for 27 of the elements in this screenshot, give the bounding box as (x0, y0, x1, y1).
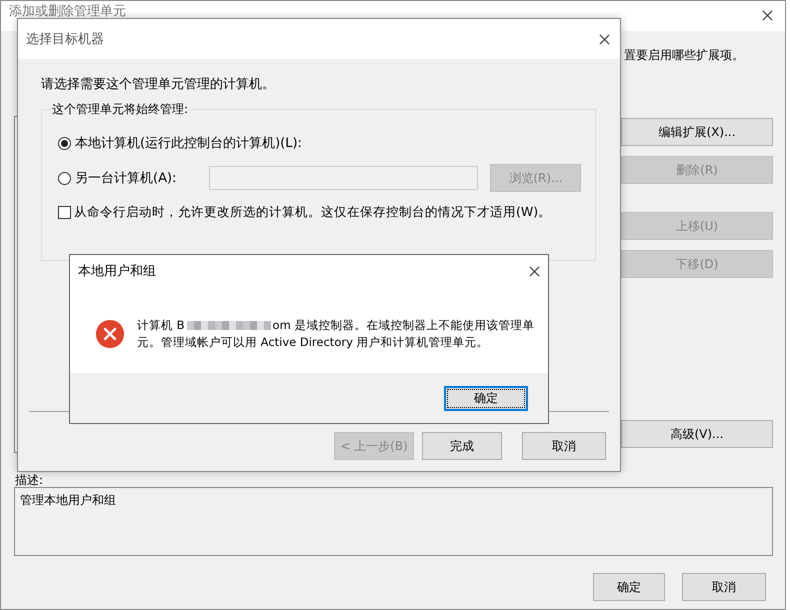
checkbox[interactable] (58, 206, 71, 219)
radio-button[interactable] (58, 136, 71, 150)
ok-button[interactable]: 确定 (444, 386, 528, 410)
error-icon (95, 319, 125, 349)
button[interactable]: 高级(V)... (621, 420, 773, 448)
field-label: 描述: (15, 474, 44, 486)
dialog-title: 本地用户和组 (78, 263, 156, 280)
instruction-text: 置要启用哪些扩展项。 (624, 47, 744, 64)
close-icon[interactable] (529, 266, 540, 276)
instruction-text: 请选择需要这个管理单元管理的计算机。 (41, 76, 276, 93)
window-title: 添加或删除管理单元 (9, 5, 126, 19)
button[interactable]: 完成 (422, 432, 502, 460)
button[interactable]: 编辑扩展(X)... (621, 118, 773, 146)
button[interactable]: 确定 (593, 573, 665, 601)
checkbox-label[interactable]: 从命令行启动时，允许更改所选的计算机。这仅在保存控制台的情况下才适用(W)。 (74, 204, 552, 221)
group-label: 这个管理单元将始终管理: (50, 101, 190, 118)
computer-name-field[interactable] (209, 166, 478, 190)
radio-label[interactable]: 本地计算机(运行此控制台的计算机)(L): (75, 134, 302, 152)
button[interactable]: 取消 (522, 432, 606, 460)
close-icon[interactable] (762, 10, 773, 21)
radio-button[interactable] (58, 172, 71, 184)
radio-label[interactable]: 另一台计算机(A): (75, 169, 176, 187)
dialog-title: 选择目标机器 (26, 31, 104, 48)
close-icon[interactable] (599, 34, 610, 44)
description-box: 管理本地用户和组 (14, 487, 773, 556)
button[interactable]: 取消 (682, 573, 766, 601)
message-text: 计算机 B om 是域控制器。在域控制器上不能使用该管理单元。管理域帐户可以用 Active Directory 用户和计算机管理单元。 (137, 317, 536, 351)
